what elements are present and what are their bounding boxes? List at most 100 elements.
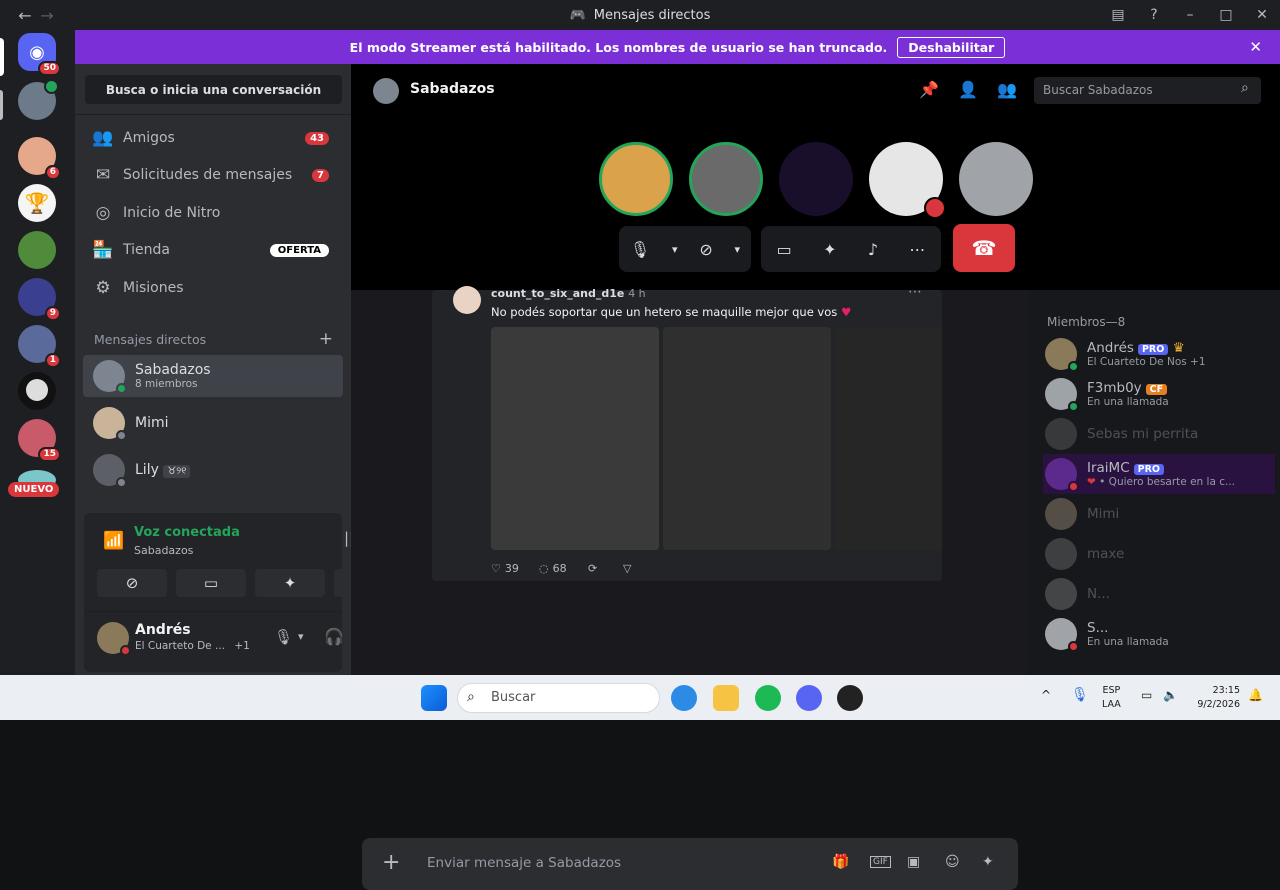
activity-icon[interactable]: ✦ [823, 240, 836, 259]
dm-item-sabadazos[interactable]: Sabadazos 8 miembros [83, 355, 343, 397]
embed-author[interactable]: count_to_six_and_d1e 4 h [491, 287, 646, 300]
repost-icon[interactable]: ⟳ [588, 562, 597, 575]
member-item[interactable]: N... [1043, 574, 1275, 614]
gift-icon[interactable]: 🎁 [832, 854, 849, 870]
nav-shop[interactable]: 🏪 Tienda OFERTA [83, 232, 343, 268]
sticker-icon[interactable]: ▣ [907, 854, 920, 870]
likes-stat[interactable]: ♡ 39 [491, 562, 519, 575]
language-indicator[interactable]: ESP LAA [1102, 684, 1121, 712]
maximize-button[interactable]: □ [1208, 7, 1244, 23]
friends-icon: 👥 [92, 128, 114, 148]
microphone-icon[interactable]: 🎙 [1071, 687, 1089, 703]
member-item[interactable]: maxe [1043, 534, 1275, 574]
new-badge[interactable]: NUEVO [8, 482, 60, 497]
camera-off-button[interactable]: ⊘ [97, 569, 167, 597]
headphones-icon[interactable]: 🎧 [324, 627, 344, 646]
end-call-button[interactable]: ☎ [953, 224, 1015, 272]
voice-connected-label[interactable]: Voz conectada [134, 525, 240, 540]
chevron-down-icon[interactable]: ▾ [298, 630, 304, 643]
file-explorer-icon[interactable] [713, 685, 739, 711]
channel-search-input[interactable]: Buscar Sabadazos [1034, 77, 1261, 104]
soundboard-icon[interactable]: ♪ [868, 240, 878, 259]
back-arrow-icon[interactable]: ← [14, 6, 36, 25]
apps-icon[interactable]: ✦ [982, 854, 994, 870]
message-input[interactable]: Enviar mensaje a Sabadazos [427, 855, 621, 871]
find-conversation-button[interactable]: Busca o inicia una conversación [85, 75, 342, 104]
network-icon[interactable]: ▭ [1141, 688, 1152, 702]
server-icon-3[interactable] [18, 231, 56, 269]
windows-start-icon[interactable] [421, 685, 447, 711]
chevron-down-icon[interactable]: ▾ [735, 243, 741, 256]
app-icon[interactable] [837, 685, 863, 711]
inbox-icon[interactable]: ▤ [1100, 7, 1136, 23]
nav-friends[interactable]: 👥 Amigos 43 [83, 120, 343, 156]
share-icon[interactable]: ▽ [623, 562, 631, 575]
embed-photo[interactable] [663, 327, 831, 550]
close-button[interactable]: ✕ [1244, 7, 1280, 23]
nav-quests[interactable]: ⚙ Misiones [83, 270, 343, 306]
spotify-icon[interactable] [755, 685, 781, 711]
member-item[interactable]: S... En una llamada [1043, 614, 1275, 654]
screen-share-button[interactable]: ▭ [176, 569, 246, 597]
server-icon-1[interactable]: 6 [18, 137, 61, 180]
member-item[interactable]: Sebas mi perrita [1043, 414, 1275, 454]
camera-off-icon[interactable]: ⊘ [699, 240, 712, 259]
window-title-wrap: 🎮 Mensajes directos [0, 0, 1280, 30]
embed-photo[interactable] [836, 327, 942, 550]
voice-server-avatar[interactable] [18, 79, 59, 120]
call-participant-avatar[interactable] [959, 142, 1033, 216]
message-composer[interactable]: + Enviar mensaje a Sabadazos 🎁 GIF ▣ ☺ ✦ [362, 838, 1018, 890]
server-icon-7[interactable]: 15 [18, 419, 61, 462]
server-icon-6[interactable] [18, 372, 56, 410]
embed-photo[interactable] [491, 327, 659, 550]
member-item[interactable]: F3mb0y CF En una llamada [1043, 374, 1275, 414]
chevron-down-icon[interactable]: ▾ [672, 243, 678, 256]
clock[interactable]: 23:15 9/2/2026 [1192, 684, 1240, 712]
chevron-up-icon[interactable]: ^ [1041, 688, 1051, 702]
member-item[interactable]: Andrés PRO ♛ El Cuarteto De Nos +1 [1043, 334, 1275, 374]
close-banner-icon[interactable]: ✕ [1249, 38, 1262, 56]
more-icon[interactable]: ⋯ [909, 240, 925, 259]
microphone-icon[interactable]: 🎙 [274, 628, 293, 646]
help-icon[interactable]: ? [1136, 7, 1172, 23]
gif-icon[interactable]: GIF [870, 856, 891, 868]
call-participant-avatar[interactable] [599, 142, 673, 216]
dm-item-lily[interactable]: Lily ♉୨୧ [83, 449, 343, 491]
nav-message-requests[interactable]: ✉ Solicitudes de mensajes 7 [83, 157, 343, 193]
call-participant-avatar[interactable] [689, 142, 763, 216]
member-item[interactable]: IraiMC PRO ❤ • Quiero besarte en la c... [1043, 454, 1275, 494]
server-icon-4[interactable]: 9 [18, 278, 61, 321]
direct-messages-icon[interactable]: ◉ 50 [18, 33, 61, 76]
volume-icon[interactable]: 🔈 [1163, 688, 1178, 702]
main-area: Sabadazos 📌 👤 👥 Buscar Sabadazos ⌕ 🎙 ▾ ⊘… [351, 64, 1280, 890]
nav-nitro[interactable]: ◎ Inicio de Nitro [83, 195, 343, 231]
notification-icon[interactable]: 🔔 [1248, 688, 1263, 702]
forward-arrow-icon[interactable]: → [36, 6, 58, 25]
microphone-icon[interactable]: 🎙 [630, 240, 650, 259]
replies-stat[interactable]: ◌ 68 [539, 562, 567, 575]
dm-item-mimi[interactable]: Mimi [83, 402, 343, 444]
call-participant-avatar[interactable] [869, 142, 946, 219]
create-dm-icon[interactable]: + [319, 329, 333, 349]
add-friends-icon[interactable]: 👤 [958, 80, 978, 99]
emoji-icon[interactable]: ☺ [945, 854, 960, 870]
taskbar-search[interactable]: Buscar [457, 683, 660, 713]
disable-streamer-button[interactable]: Deshabilitar [897, 36, 1006, 58]
call-media-controls: 🎙 ▾ ⊘ ▾ [619, 226, 751, 272]
window-title: Mensajes directos [593, 7, 711, 23]
mail-icon: ✉ [95, 165, 111, 185]
add-attachment-icon[interactable]: + [382, 850, 400, 875]
more-icon[interactable]: ⋯ [908, 284, 922, 300]
trophy-server-icon[interactable]: 🏆 [18, 184, 56, 222]
server-icon-5[interactable]: 1 [18, 325, 61, 368]
screen-share-icon[interactable]: ▭ [777, 240, 792, 259]
pin-icon[interactable]: 📌 [919, 80, 939, 99]
member-list-icon[interactable]: 👥 [997, 80, 1017, 99]
edge-icon[interactable] [671, 685, 697, 711]
call-participant-avatar[interactable] [779, 142, 853, 216]
member-item[interactable]: Mimi [1043, 494, 1275, 534]
discord-taskbar-icon[interactable] [796, 685, 822, 711]
user-avatar[interactable] [97, 622, 131, 656]
minimize-button[interactable]: – [1172, 7, 1208, 23]
activity-button[interactable]: ✦ [255, 569, 325, 597]
